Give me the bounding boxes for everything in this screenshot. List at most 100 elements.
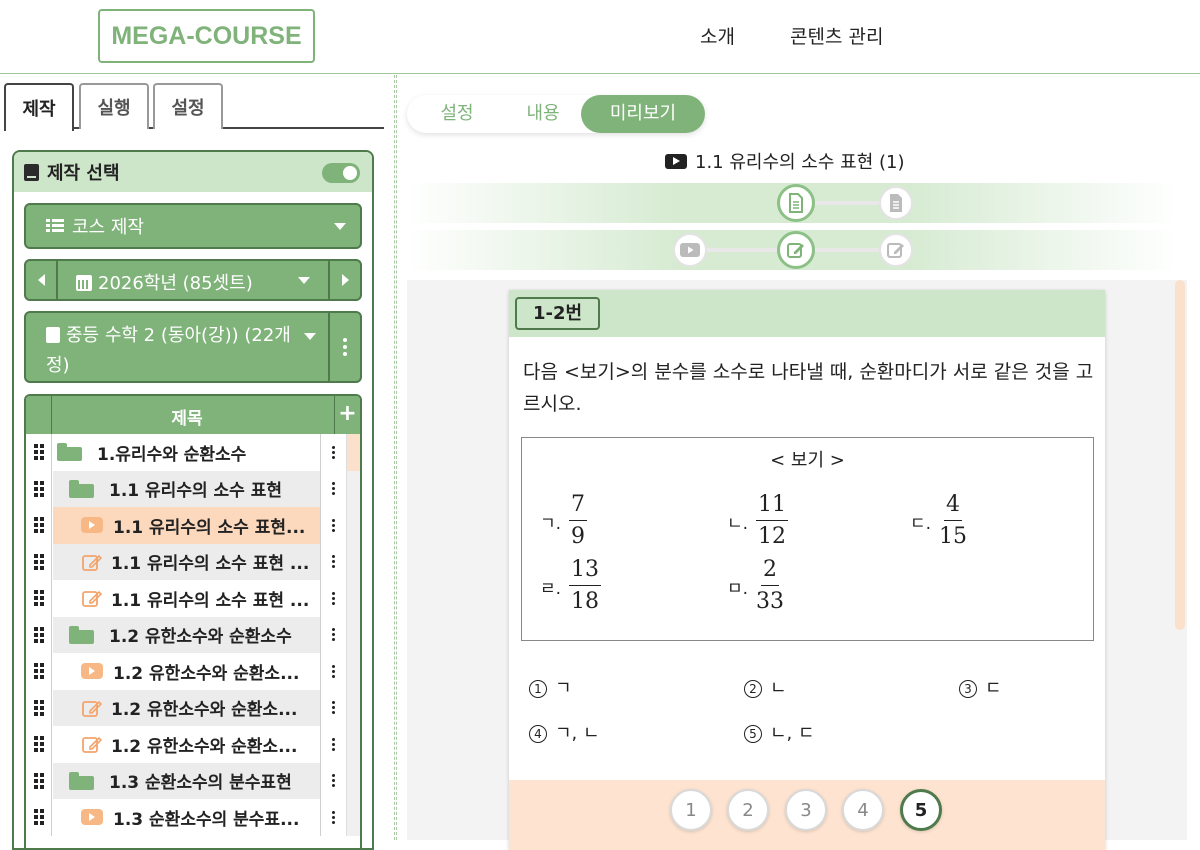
tree-row[interactable]: 1.1 유리수의 소수 표현 ...: [26, 543, 360, 580]
book-icon: [24, 163, 39, 181]
tree-row-main[interactable]: 1.1 유리수의 소수 표현...: [53, 507, 323, 544]
answer-button-3[interactable]: 3: [785, 789, 827, 831]
tree-scrollbar: [346, 799, 360, 836]
row-more-button[interactable]: [320, 580, 346, 617]
tree-row-main[interactable]: 1.1 유리수의 소수 표현 ...: [53, 580, 323, 617]
tree-row-main[interactable]: 1.3 순환소수의 분수표현: [53, 762, 323, 799]
tree-row-main[interactable]: 1.2 유한소수와 순환소수: [53, 616, 323, 653]
tree-row-main[interactable]: 1.3 순환소수의 분수표...: [53, 799, 323, 836]
step-track-top: [407, 183, 1177, 223]
drag-handle[interactable]: [26, 616, 52, 653]
book-icon: [46, 327, 60, 343]
drag-handle[interactable]: [26, 507, 52, 544]
course-make-dropdown[interactable]: 코스 제작: [24, 203, 362, 249]
drag-handle[interactable]: [26, 689, 52, 726]
drag-handle[interactable]: [26, 762, 52, 799]
choice-5[interactable]: 5 ㄴ, ㄷ: [744, 719, 815, 745]
tree-row[interactable]: 1.3 순환소수의 분수표현: [26, 762, 360, 799]
lesson-title-text: 1.1 유리수의 소수 표현 (1): [695, 152, 905, 173]
tree-scrollbar: [346, 762, 360, 799]
row-more-button[interactable]: [320, 689, 346, 726]
tree-row-main[interactable]: 1.2 유한소수와 순환소...: [53, 653, 323, 690]
bogi-item: ㄹ. 13 18: [540, 557, 602, 614]
answer-button-1[interactable]: 1: [670, 789, 712, 831]
drag-handle[interactable]: [26, 543, 52, 580]
tree-row-main[interactable]: 1.유리수와 순환소수: [53, 434, 323, 471]
tab-content-mode[interactable]: 내용: [513, 95, 573, 133]
drag-handle[interactable]: [26, 434, 52, 471]
video-icon: [81, 809, 103, 826]
bogi-box: < 보기 > ㄱ. 79 ㄴ. 11 12 ㄷ. 4 15 ㄹ. 13 18 ㅁ…: [521, 437, 1094, 641]
row-more-button[interactable]: [320, 507, 346, 544]
tree-row-label: 1.1 유리수의 소수 표현: [109, 481, 282, 502]
tab-preview-mode[interactable]: 미리보기: [581, 95, 705, 133]
drag-handle[interactable]: [26, 580, 52, 617]
row-more-button[interactable]: [320, 799, 346, 836]
choice-3[interactable]: 3ㄷ: [959, 674, 1002, 700]
bogi-item: ㄷ. 4 15: [910, 492, 968, 549]
tree-row[interactable]: 1.1 유리수의 소수 표현 ...: [26, 580, 360, 617]
row-more-button[interactable]: [320, 762, 346, 799]
tree-row[interactable]: 1.2 유한소수와 순환소...: [26, 726, 360, 763]
tab-settings[interactable]: 설정: [153, 83, 223, 129]
textbook-more-button[interactable]: [328, 313, 360, 381]
video-step-node[interactable]: [673, 233, 707, 267]
bogi-item: ㄱ. 79: [540, 492, 588, 549]
tree-row[interactable]: 1.1 유리수의 소수 표현: [26, 470, 360, 507]
tree-row-label: 1.유리수와 순환소수: [97, 444, 247, 465]
answer-button-2[interactable]: 2: [727, 789, 769, 831]
year-prev-button[interactable]: [26, 261, 58, 299]
edit-icon: [887, 243, 904, 258]
edit-step-node[interactable]: [777, 231, 815, 269]
panel-toggle[interactable]: [322, 163, 360, 183]
tree-row[interactable]: 1.유리수와 순환소수: [26, 434, 360, 471]
content-tree: 제목 + 1.유리수와 순환소수 1.1 유리수의 소수 표현 1.1 유리수의 소…: [24, 394, 362, 848]
drag-handle[interactable]: [26, 470, 52, 507]
row-more-button[interactable]: [320, 726, 346, 763]
tree-row[interactable]: 1.3 순환소수의 분수표...: [26, 799, 360, 836]
row-more-button[interactable]: [320, 653, 346, 690]
tree-row-main[interactable]: 1.1 유리수의 소수 표현 ...: [53, 543, 323, 580]
document-step-node[interactable]: [777, 184, 815, 222]
drag-handle[interactable]: [26, 653, 52, 690]
nav-intro[interactable]: 소개: [700, 22, 735, 49]
tree-row-main[interactable]: 1.2 유한소수와 순환소...: [53, 726, 323, 763]
calendar-icon: [76, 275, 92, 291]
drag-handle[interactable]: [26, 799, 52, 836]
tree-row-main[interactable]: 1.1 유리수의 소수 표현: [53, 470, 323, 507]
panel-title: 제작 선택: [47, 163, 120, 184]
tab-settings-mode[interactable]: 설정: [427, 95, 487, 133]
tree-row[interactable]: 1.1 유리수의 소수 표현...: [26, 507, 360, 544]
row-more-button[interactable]: [320, 470, 346, 507]
add-item-button[interactable]: +: [334, 396, 360, 434]
nav-content-management[interactable]: 콘텐츠 관리: [790, 22, 883, 49]
year-next-button[interactable]: [328, 261, 360, 299]
tree-row[interactable]: 1.2 유한소수와 순환소...: [26, 653, 360, 690]
choice-1[interactable]: 1ㄱ: [529, 674, 572, 700]
tree-row[interactable]: 1.2 유한소수와 순환소...: [26, 689, 360, 726]
panel-header: 제작 선택: [14, 152, 372, 192]
textbook-dropdown[interactable]: 중등 수학 2 (동아(강)) (22개정): [24, 311, 362, 383]
tree-header-title: 제목: [171, 409, 203, 429]
tree-scrollbar: [346, 543, 360, 580]
row-more-button[interactable]: [320, 543, 346, 580]
tree-row-main[interactable]: 1.2 유한소수와 순환소...: [53, 689, 323, 726]
row-more-button[interactable]: [320, 434, 346, 471]
answer-button-4[interactable]: 4: [842, 789, 884, 831]
answer-button-5[interactable]: 5: [900, 789, 942, 831]
edit-step-node-2[interactable]: [879, 233, 913, 267]
list-icon: [46, 219, 64, 233]
choice-4[interactable]: 4 ㄱ, ㄴ: [529, 719, 600, 745]
document-icon: [890, 194, 902, 212]
preview-area: 1-2번 다음 <보기>의 분수를 소수로 나타낼 때, 순환마디가 서로 같은…: [407, 280, 1187, 850]
document-step-node-2[interactable]: [879, 186, 913, 220]
row-more-button[interactable]: [320, 616, 346, 653]
choice-2[interactable]: 2ㄴ: [744, 674, 787, 700]
logo[interactable]: MEGA-COURSE: [98, 9, 315, 63]
tab-run[interactable]: 실행: [79, 83, 149, 129]
drag-handle[interactable]: [26, 726, 52, 763]
scrollbar[interactable]: [1175, 280, 1185, 840]
year-dropdown[interactable]: 2026학년 (85셋트): [76, 269, 253, 295]
tree-row[interactable]: 1.2 유한소수와 순환소수: [26, 616, 360, 653]
tab-make[interactable]: 제작: [4, 83, 74, 131]
